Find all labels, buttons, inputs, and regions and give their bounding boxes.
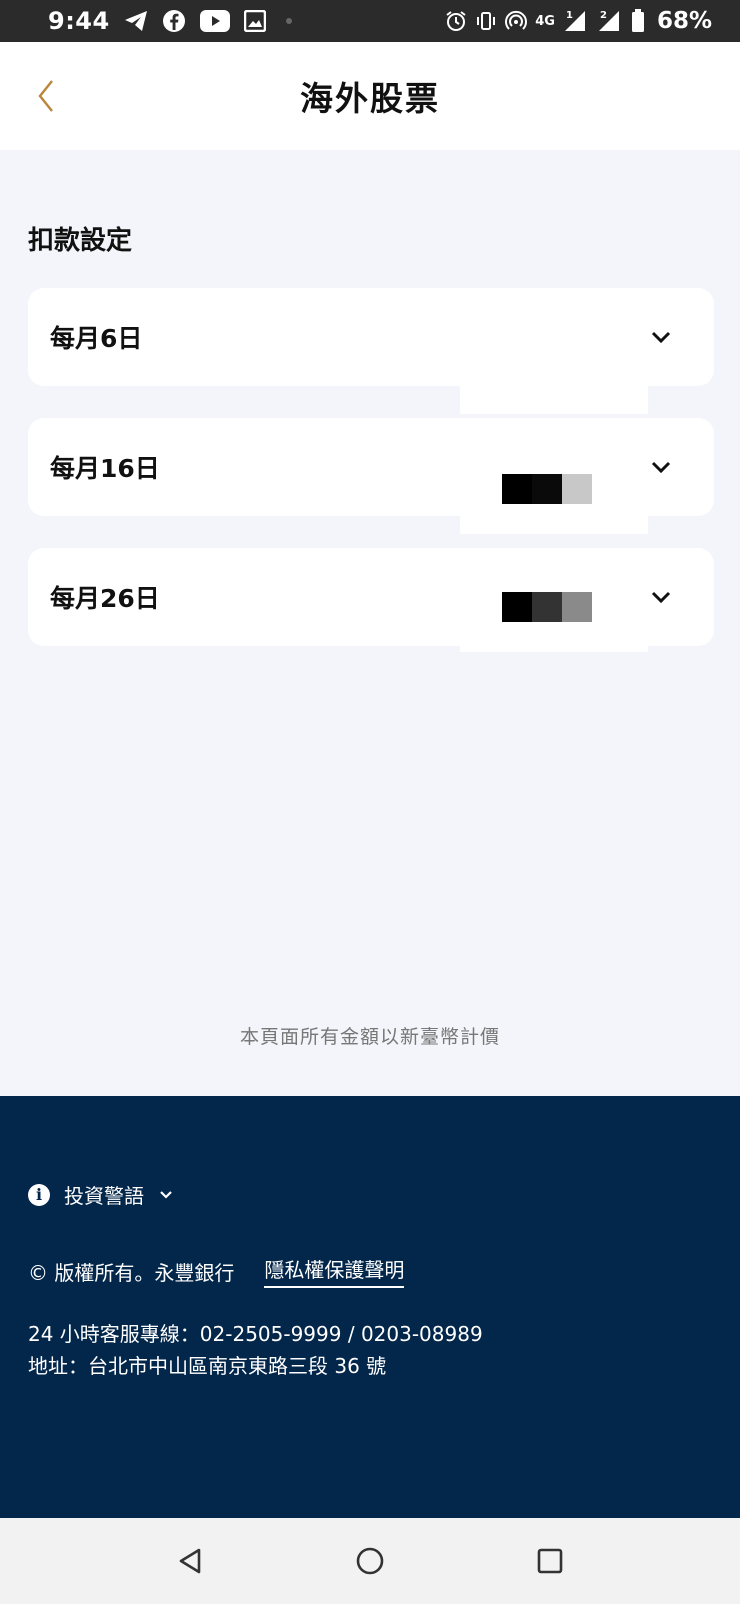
- square-recents-icon: [537, 1548, 563, 1574]
- chevron-left-icon: [38, 80, 53, 112]
- investment-warning-label: 投資警語: [64, 1184, 144, 1208]
- triangle-back-icon: [179, 1548, 201, 1574]
- system-status-icons: 4G 1 2 68%: [445, 8, 712, 34]
- debit-date-label: 每月16日: [50, 454, 160, 483]
- app-header: 海外股票: [0, 42, 740, 150]
- redaction-overlay: [460, 562, 648, 652]
- debit-date-label: 每月26日: [50, 584, 160, 613]
- circle-home-icon: [356, 1547, 384, 1575]
- notification-icons: [124, 9, 266, 33]
- alarm-icon: [446, 11, 466, 31]
- nav-back-button[interactable]: [165, 1536, 215, 1586]
- battery-icon: [631, 9, 644, 32]
- redaction-pixel: [562, 592, 592, 622]
- back-button[interactable]: [26, 66, 66, 126]
- nav-recents-button[interactable]: [525, 1536, 575, 1586]
- chevron-down-icon[interactable]: [648, 454, 674, 480]
- redaction-pixel: [532, 592, 562, 622]
- chevron-down-icon[interactable]: [648, 324, 674, 350]
- redaction-pixel: [502, 474, 532, 504]
- notification-dot: [285, 18, 292, 24]
- nav-home-button[interactable]: [345, 1536, 395, 1586]
- chevron-down-icon: [160, 1190, 172, 1199]
- telegram-icon: [124, 11, 147, 31]
- info-icon: i: [28, 1183, 50, 1206]
- currency-note: 本頁面所有金額以新臺幣計價: [239, 1026, 500, 1048]
- signal-sim2-icon: 2: [597, 9, 619, 31]
- privacy-policy-link[interactable]: 隱私權保護聲明: [264, 1254, 405, 1288]
- redaction-overlay: [460, 296, 648, 414]
- bank-address: 地址：台北市中山區南京東路三段 36 號: [28, 1354, 387, 1378]
- facebook-icon: [162, 10, 185, 32]
- customer-hotline: 24 小時客服專線：02-2505-9999 / 0203-08989: [28, 1322, 483, 1346]
- sim1-label: 1: [566, 10, 573, 21]
- page-title: 海外股票: [300, 79, 440, 118]
- battery-percent: 68%: [656, 8, 712, 34]
- vibrate-icon: [477, 12, 496, 30]
- status-bar: 9:44 4G 1 2 68%: [0, 0, 740, 42]
- redaction-pixel: [562, 474, 592, 504]
- debit-date-label: 每月6日: [50, 324, 143, 353]
- youtube-icon: [199, 10, 230, 32]
- status-time: 9:44: [48, 7, 110, 35]
- network-type: 4G: [535, 13, 555, 29]
- redaction-pixel: [502, 592, 532, 622]
- copyright-text: © 版權所有。永豐銀行: [28, 1260, 235, 1285]
- redaction-pixel: [532, 474, 562, 504]
- sim2-label: 2: [600, 10, 607, 21]
- section-title: 扣款設定: [28, 226, 133, 256]
- hotspot-icon: [505, 10, 528, 30]
- investment-warning-toggle[interactable]: i 投資警語: [28, 1180, 174, 1209]
- signal-sim1-icon: 1: [563, 9, 585, 31]
- chevron-down-icon[interactable]: [648, 584, 674, 610]
- copyright-row: © 版權所有。永豐銀行 隱私權保護聲明: [28, 1254, 405, 1288]
- redaction-overlay: [460, 444, 648, 534]
- footer: i 投資警語 © 版權所有。永豐銀行 隱私權保護聲明 24 小時客服專線：02-…: [0, 1096, 740, 1518]
- system-nav-bar: [0, 1518, 740, 1604]
- gallery-icon: [243, 10, 266, 32]
